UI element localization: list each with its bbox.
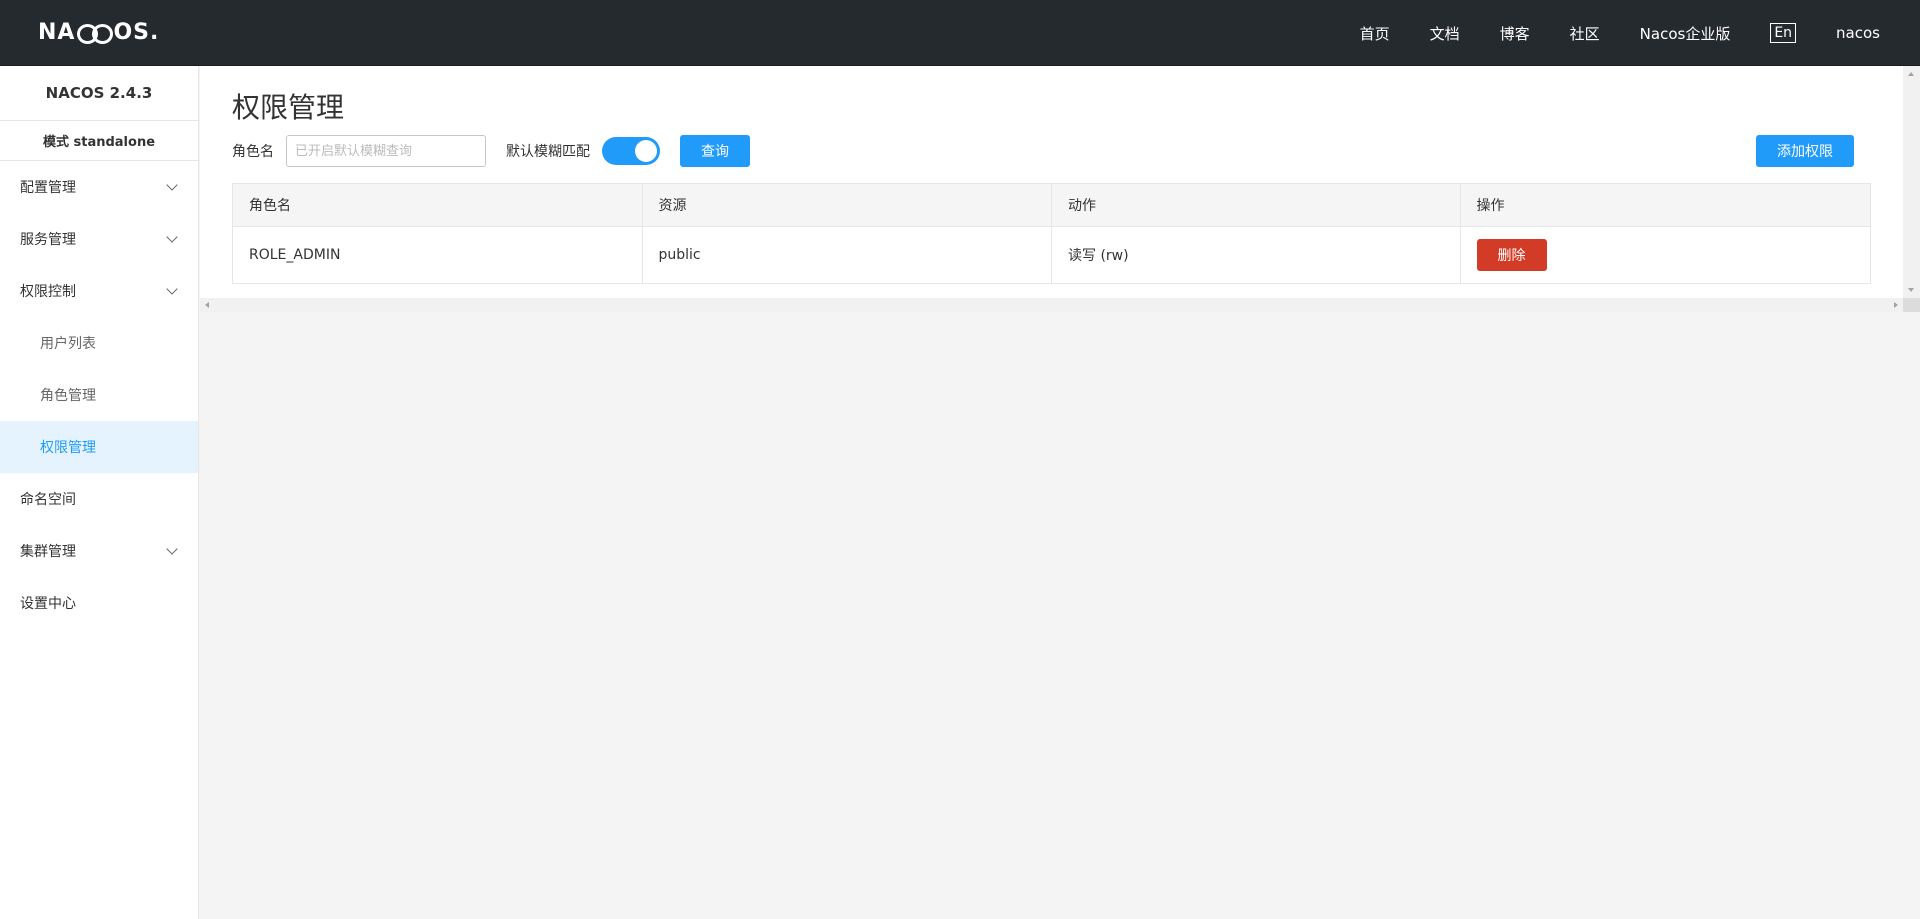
toggle-knob — [635, 140, 657, 162]
page-title: 权限管理 — [232, 91, 345, 124]
logo-dot: . — [150, 19, 160, 45]
sidebar-item-label: 集群管理 — [20, 544, 76, 560]
permission-table: 角色名 资源 动作 操作 ROLE_ADMIN public 读写 (rw) 删… — [232, 183, 1871, 284]
fuzzy-match-toggle[interactable] — [602, 137, 660, 165]
sidebar-item-config-management[interactable]: 配置管理 — [0, 161, 198, 213]
scroll-right-icon[interactable] — [1894, 302, 1898, 308]
column-header-action: 动作 — [1052, 184, 1461, 227]
table-header-row: 角色名 资源 动作 操作 — [233, 184, 1870, 227]
scroll-up-icon[interactable] — [1908, 72, 1914, 76]
sidebar-item-service-management[interactable]: 服务管理 — [0, 213, 198, 265]
horizontal-scrollbar[interactable] — [200, 298, 1903, 312]
cell-operation: 删除 — [1461, 227, 1871, 283]
table-row: ROLE_ADMIN public 读写 (rw) 删除 — [233, 227, 1870, 283]
scroll-left-icon[interactable] — [205, 302, 209, 308]
sidebar-item-label: 权限管理 — [40, 440, 96, 456]
vertical-scrollbar[interactable] — [1903, 66, 1920, 298]
logo-text-left: NA — [38, 19, 76, 45]
mode-label: 模式 standalone — [0, 121, 198, 161]
nacos-logo[interactable]: NA OS . — [38, 18, 159, 46]
top-nav: 首页 文档 博客 社区 Nacos企业版 En nacos — [1320, 0, 1880, 66]
column-header-resource: 资源 — [642, 184, 1052, 227]
sidebar-item-label: 用户列表 — [40, 336, 96, 352]
cell-resource: public — [643, 227, 1052, 283]
sidebar: NACOS 2.4.3 模式 standalone 配置管理 服务管理 权限控制… — [0, 66, 199, 919]
username[interactable]: nacos — [1836, 24, 1880, 42]
scrollbar-corner — [1903, 298, 1920, 312]
nav-enterprise[interactable]: Nacos企业版 — [1640, 23, 1731, 44]
sidebar-item-user-list[interactable]: 用户列表 — [0, 317, 198, 369]
sidebar-item-label: 角色管理 — [40, 388, 96, 404]
role-name-search-input[interactable] — [286, 135, 486, 167]
nav-community[interactable]: 社区 — [1570, 23, 1600, 44]
language-toggle-button[interactable]: En — [1770, 23, 1797, 43]
sidebar-item-label: 命名空间 — [20, 492, 76, 508]
fuzzy-match-label: 默认模糊匹配 — [506, 144, 590, 160]
sidebar-item-settings-center[interactable]: 设置中心 — [0, 577, 198, 629]
role-name-label: 角色名 — [232, 144, 274, 160]
cell-action: 读写 (rw) — [1052, 227, 1461, 283]
top-header: NA OS . 首页 文档 博客 社区 Nacos企业版 En nacos — [0, 0, 1920, 66]
main-content: 权限管理 角色名 默认模糊匹配 查询 添加权限 角色名 资源 动作 操作 ROL… — [200, 66, 1903, 298]
delete-button[interactable]: 删除 — [1476, 239, 1547, 271]
infinity-icon — [76, 22, 114, 44]
filter-bar: 角色名 默认模糊匹配 查询 添加权限 — [232, 135, 1872, 167]
column-header-operation: 操作 — [1460, 184, 1870, 227]
sidebar-item-label: 权限控制 — [20, 284, 76, 300]
column-header-role: 角色名 — [233, 184, 643, 227]
sidebar-item-permission-management[interactable]: 权限管理 — [0, 421, 198, 473]
add-permission-button[interactable]: 添加权限 — [1756, 135, 1854, 167]
sidebar-item-label: 服务管理 — [20, 232, 76, 248]
sidebar-item-access-control[interactable]: 权限控制 — [0, 265, 198, 317]
sidebar-item-label: 设置中心 — [20, 596, 76, 612]
query-button[interactable]: 查询 — [680, 135, 750, 167]
nav-blog[interactable]: 博客 — [1500, 23, 1530, 44]
nav-docs[interactable]: 文档 — [1430, 23, 1460, 44]
chevron-down-icon — [166, 179, 178, 191]
chevron-down-icon — [166, 283, 178, 295]
cell-role: ROLE_ADMIN — [233, 227, 643, 283]
sidebar-item-role-management[interactable]: 角色管理 — [0, 369, 198, 421]
nav-home[interactable]: 首页 — [1360, 23, 1390, 44]
logo-text-right: OS — [113, 19, 150, 45]
sidebar-item-namespace[interactable]: 命名空间 — [0, 473, 198, 525]
chevron-down-icon — [166, 543, 178, 555]
sidebar-item-cluster-management[interactable]: 集群管理 — [0, 525, 198, 577]
version-label: NACOS 2.4.3 — [0, 66, 198, 121]
sidebar-item-label: 配置管理 — [20, 180, 76, 196]
chevron-down-icon — [166, 231, 178, 243]
scroll-down-icon[interactable] — [1908, 288, 1914, 292]
